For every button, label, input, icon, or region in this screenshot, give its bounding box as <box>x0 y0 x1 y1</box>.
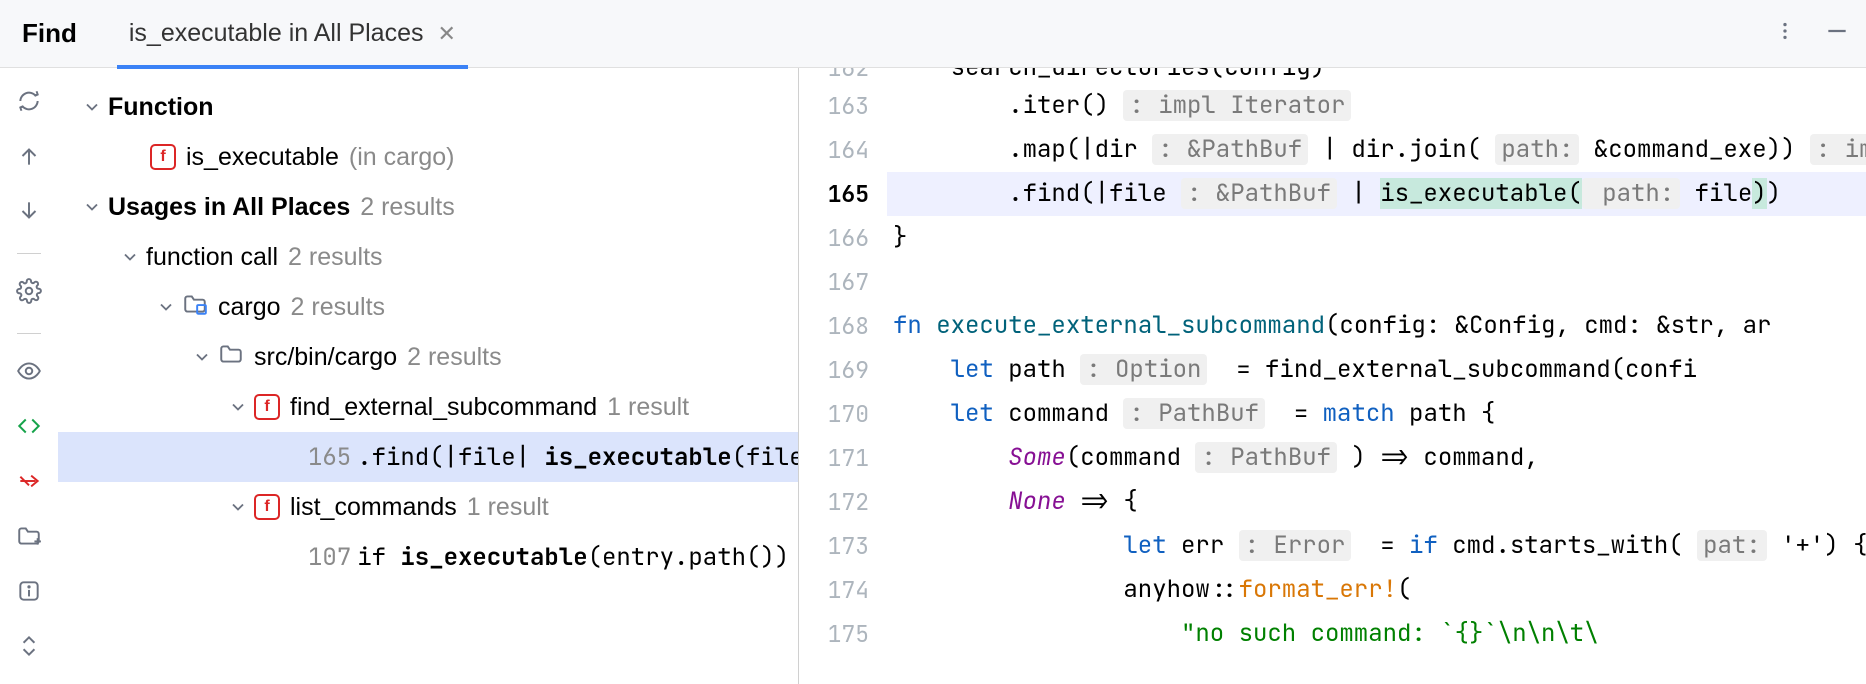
info-icon[interactable] <box>16 578 42 609</box>
prev-result-icon[interactable] <box>16 143 42 174</box>
function-icon: f <box>254 394 280 420</box>
line-number-gutter: 1621631641651661671681691701711721731741… <box>799 68 887 684</box>
chevron-down-icon <box>82 197 102 217</box>
function-icon: f <box>150 144 176 170</box>
search-tab[interactable]: is_executable in All Places ✕ <box>117 0 468 68</box>
usage-result-line-165[interactable]: 165 .find(|file| is_executable(file)) <box>58 432 798 482</box>
results-tree: Function f is_executable (in cargo) Usag… <box>58 68 798 684</box>
close-icon[interactable]: ✕ <box>438 21 456 47</box>
chevron-down-icon <box>82 97 102 117</box>
chevron-down-icon <box>192 347 212 367</box>
next-result-icon[interactable] <box>16 198 42 229</box>
chevron-down-icon <box>228 397 248 417</box>
function-definition-item[interactable]: f is_executable (in cargo) <box>58 132 798 182</box>
module-icon <box>182 291 208 324</box>
function-icon: f <box>254 494 280 520</box>
chevron-down-icon <box>156 297 176 317</box>
header-bar: Find is_executable in All Places ✕ <box>0 0 1866 68</box>
srcbin-folder-group[interactable]: src/bin/cargo 2 results <box>58 332 798 382</box>
function-heading[interactable]: Function <box>58 82 798 132</box>
usages-heading[interactable]: Usages in All Places 2 results <box>58 182 798 232</box>
minimize-icon[interactable] <box>1824 18 1850 49</box>
sidebar-toolbar <box>0 68 58 684</box>
tab-active-indicator <box>117 65 468 69</box>
gear-icon[interactable] <box>16 278 42 309</box>
more-icon[interactable] <box>1774 20 1796 47</box>
code-editor[interactable]: search_directories(config) .iter() : imp… <box>887 68 1866 684</box>
chevron-down-icon <box>120 247 140 267</box>
folder-icon <box>218 341 244 374</box>
find-title: Find <box>16 18 77 49</box>
cargo-module-group[interactable]: cargo 2 results <box>58 282 798 332</box>
chevron-down-icon <box>228 497 248 517</box>
new-folder-icon[interactable] <box>16 523 42 554</box>
usage-result-line-107[interactable]: 107 if is_executable(entry.path()) { <box>58 532 798 582</box>
divider <box>17 253 41 254</box>
list-commands-group[interactable]: f list_commands 1 result <box>58 482 798 532</box>
editor-preview: 1621631641651661671681691701711721731741… <box>798 68 1866 684</box>
refresh-icon[interactable] <box>16 88 42 119</box>
divider <box>17 333 41 334</box>
tab-label: is_executable in All Places <box>129 19 424 48</box>
preview-icon[interactable] <box>16 358 42 389</box>
expand-collapse-icon[interactable] <box>16 633 42 664</box>
write-access-icon[interactable] <box>16 468 42 499</box>
find-external-subcommand-group[interactable]: f find_external_subcommand 1 result <box>58 382 798 432</box>
read-access-icon[interactable] <box>16 413 42 444</box>
function-call-group[interactable]: function call 2 results <box>58 232 798 282</box>
